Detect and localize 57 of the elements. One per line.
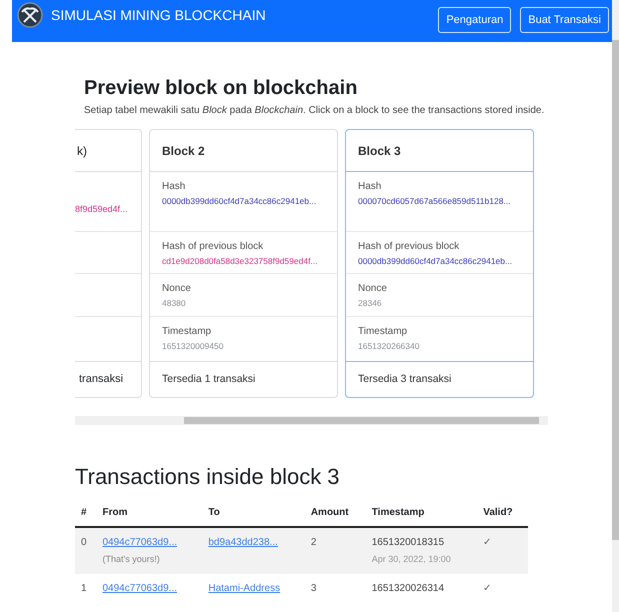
nav-button[interactable]: Buat Transaksi [520,7,609,33]
field-value: 48380 [162,297,187,310]
column-header: # [81,507,87,518]
table-cell-text: 1651320026314 [372,582,446,596]
table-cell: 2 [310,537,316,548]
table-cell: 0 [81,537,87,548]
block-title: Block 3 [358,142,401,160]
block-footer: Tersedia 1 transaksi [162,372,256,388]
column-header: From [102,507,128,518]
logo-icon [17,2,43,28]
block-title: k) [77,142,87,160]
block-footer: transaksi [79,371,124,388]
address-link[interactable]: 0494c77063d9... [102,580,196,596]
field-value: 8f9d59ed4f... [75,204,128,214]
nav-button[interactable]: Pengaturan [438,7,512,33]
column-header: Timestamp [372,507,424,518]
vertical-scrollbar[interactable] [612,0,619,612]
field-label: Hash [162,180,186,194]
field-label: Nonce [358,282,388,296]
preview-description: Setiap tabel mewakili satu Block pada Blockchain. Click on a block to see the transactions stored inside. [84,104,546,118]
app-title: SIMULASI MINING BLOCKCHAIN [51,6,266,25]
column-header: Amount [310,507,349,518]
field-label: Timestamp [358,325,408,339]
table-cell: 3 [310,582,316,594]
table-cell: 1 [81,582,87,594]
column-header: To [208,507,220,518]
valid-mark: ✓ [483,582,492,594]
date-text: Apr 30, 2022, 19:00 [372,553,452,566]
block-footer: Tersedia 3 transaksi [358,372,452,388]
ownership-note: (That's yours!) [102,553,161,566]
scrollbar-thumb[interactable] [612,40,619,540]
field-value: 0000db399dd60cf4d7a34cc86c2941eb... [162,195,318,208]
scrollbar-thumb[interactable] [184,417,539,424]
field-value: cd1e9d208d0fa58d3e323758f9d59ed4f... [162,255,319,268]
address-link[interactable]: 0494c77063d9... [102,535,196,550]
transactions-title: Transactions inside block 3 [75,463,341,491]
column-header: Valid? [483,507,513,518]
field-label: Hash [358,180,382,194]
horizontal-scrollbar[interactable] [75,416,548,425]
address-link[interactable]: Hatami-Address [208,582,280,594]
block-card[interactable]: k) 8f9d59ed4f... transaksi [75,129,142,398]
preview-title: Preview block on blockchain [84,76,358,101]
field-value: 1651320266340 [358,340,420,353]
address-link[interactable]: bd9a43dd238... [208,537,278,548]
field-value: 0000db399dd60cf4d7a34cc86c2941eb... [358,255,514,268]
field-value: 1651320009450 [162,340,224,353]
field-value: 28346 [358,297,383,310]
block-card[interactable]: Block 2 Hash 0000db399dd60cf4d7a34cc86c2941eb... Hash of previous block cd1e9d208d0fa58d3e323758f9d59ed4f... Nonce 48380 Timestamp 1651320009450 Tersedia 1 transaksi [149,129,338,398]
field-label: Hash of previous block [358,240,460,254]
field-label: Hash of previous block [162,240,264,254]
block-title: Block 2 [162,142,205,160]
valid-mark: ✓ [483,537,492,548]
table-cell-text: 1651320018315 [372,536,446,550]
field-value: 000070cd6057d67a566e859d511b128... [358,195,512,208]
block-card[interactable]: Block 3 Hash 000070cd6057d67a566e859d511b128... Hash of previous block 0000db399dd60cf4d7a34cc86c2941eb... Nonce 28346 Timestamp 1651320266340 Tersedia 3 transaksi [345,129,534,398]
field-label: Nonce [162,282,192,296]
field-label: Timestamp [162,325,212,339]
